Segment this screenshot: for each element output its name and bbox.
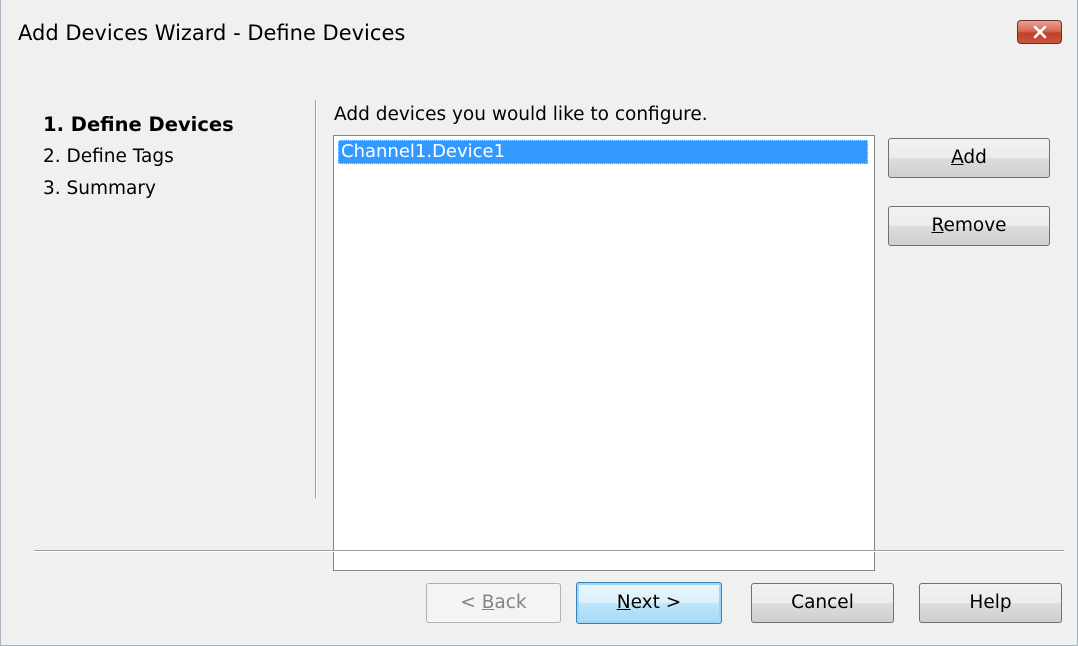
- dialog-content: 1. Define Devices 2. Define Tags 3. Summ…: [1, 66, 1077, 645]
- device-list[interactable]: Channel1.Device1: [333, 135, 875, 571]
- step-define-devices: 1. Define Devices: [43, 113, 234, 136]
- close-button[interactable]: [1017, 20, 1062, 44]
- add-mnemonic: A: [951, 147, 964, 168]
- back-label-rest: ack: [494, 592, 527, 613]
- close-icon: [1033, 26, 1047, 39]
- next-button[interactable]: Next >: [576, 582, 722, 624]
- remove-label-rest: emove: [943, 215, 1007, 236]
- next-label-rest: ext >: [630, 592, 682, 613]
- wizard-dialog: Add Devices Wizard - Define Devices 1. D…: [0, 0, 1078, 646]
- next-mnemonic: N: [616, 592, 631, 613]
- step-define-tags: 2. Define Tags: [43, 146, 174, 167]
- cancel-button[interactable]: Cancel: [751, 583, 894, 623]
- remove-button[interactable]: Remove: [888, 206, 1050, 246]
- step-summary: 3. Summary: [43, 178, 156, 199]
- horizontal-divider: [34, 550, 1064, 552]
- wizard-steps: 1. Define Devices 2. Define Tags 3. Summ…: [43, 109, 234, 205]
- back-prefix: <: [460, 592, 482, 613]
- remove-mnemonic: R: [931, 215, 944, 236]
- window-title: Add Devices Wizard - Define Devices: [18, 21, 406, 45]
- title-bar[interactable]: Add Devices Wizard - Define Devices: [1, 0, 1077, 66]
- help-button[interactable]: Help: [919, 583, 1062, 623]
- instruction-text: Add devices you would like to configure.: [334, 104, 708, 125]
- list-item-device[interactable]: Channel1.Device1: [338, 140, 868, 164]
- vertical-divider: [315, 100, 317, 498]
- back-mnemonic: B: [481, 592, 495, 613]
- add-button[interactable]: Add: [888, 138, 1050, 178]
- add-label-rest: dd: [963, 147, 987, 168]
- back-button[interactable]: < Back: [426, 583, 561, 623]
